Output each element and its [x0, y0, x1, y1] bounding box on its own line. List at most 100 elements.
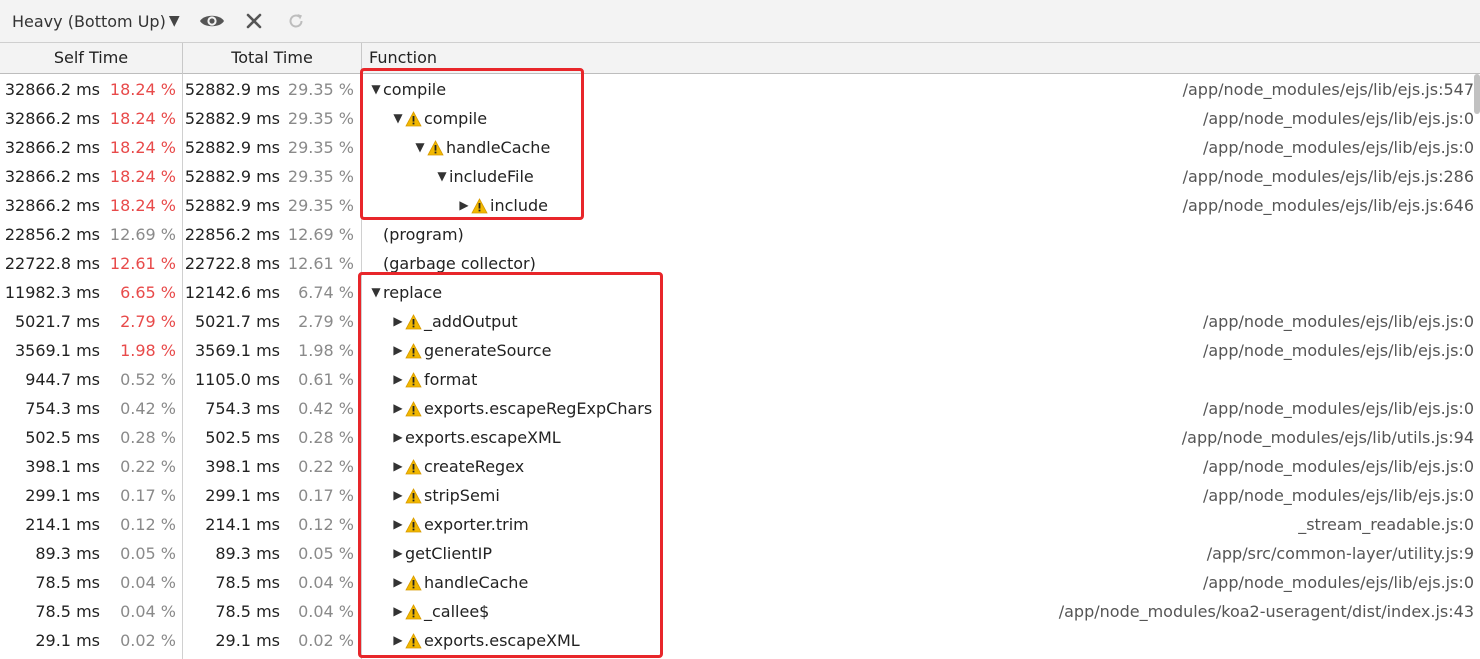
expanded-triangle-icon[interactable]: ▼ — [413, 133, 427, 162]
expanded-triangle-icon[interactable]: ▼ — [369, 278, 383, 307]
function-name: _addOutput — [424, 312, 518, 331]
total-time-percent: 29.35 % — [287, 80, 354, 99]
total-time-percent: 29.35 % — [287, 196, 354, 215]
collapsed-triangle-icon[interactable]: ▶ — [391, 336, 405, 365]
table-row[interactable]: 5021.7 ms 2.79 % 5021.7 ms 2.79 % ▶ _addOutpu… — [0, 307, 1480, 336]
self-time-percent: 0.42 % — [120, 399, 176, 418]
table-row[interactable]: 11982.3 ms 6.65 % 12142.6 ms 6.74 % ▼ replace — [0, 278, 1480, 307]
table-row[interactable]: 89.3 ms 0.05 % 89.3 ms 0.05 % ▶ getClientIP/a… — [0, 539, 1480, 568]
function-name: generateSource — [424, 341, 552, 360]
source-location-link[interactable]: /app/node_modules/ejs/lib/ejs.js:0 — [1203, 104, 1474, 133]
table-row[interactable]: 32866.2 ms 18.24 % 52882.9 ms 29.35 % ▼ compi… — [0, 104, 1480, 133]
expanded-triangle-icon[interactable]: ▼ — [391, 104, 405, 133]
warning-icon — [405, 371, 422, 388]
source-location-link[interactable]: /app/node_modules/ejs/lib/ejs.js:0 — [1203, 481, 1474, 510]
self-time-percent: 12.69 % — [109, 225, 176, 244]
collapsed-triangle-icon[interactable]: ▶ — [391, 510, 405, 539]
table-row[interactable]: 502.5 ms 0.28 % 502.5 ms 0.28 % ▶ exports.esc… — [0, 423, 1480, 452]
collapsed-triangle-icon[interactable]: ▶ — [391, 394, 405, 423]
source-location-link[interactable]: /app/node_modules/ejs/lib/utils.js:94 — [1182, 423, 1474, 452]
view-mode-select[interactable]: Heavy (Bottom Up) ▼ — [12, 12, 180, 31]
function-cell: (garbage collector) — [369, 249, 536, 278]
table-row[interactable]: 299.1 ms 0.17 % 299.1 ms 0.17 % ▶ stripSemi/a… — [0, 481, 1480, 510]
table-row[interactable]: 29.1 ms 0.02 % 29.1 ms 0.02 % ▶ exports.escap… — [0, 626, 1480, 655]
total-time-value: 398.1 ms — [205, 457, 280, 476]
total-time-percent: 0.22 % — [298, 457, 354, 476]
close-icon[interactable] — [240, 7, 268, 35]
table-row[interactable]: 32866.2 ms 18.24 % 52882.9 ms 29.35 % ▼ handl… — [0, 133, 1480, 162]
total-time-value: 754.3 ms — [205, 399, 280, 418]
function-name: exporter.trim — [424, 515, 529, 534]
source-location-link[interactable]: /app/node_modules/koa2-useragent/dist/in… — [1059, 597, 1474, 626]
table-row[interactable]: 78.5 ms 0.04 % 78.5 ms 0.04 % ▶ handleCache/a… — [0, 568, 1480, 597]
function-cell: ▶ generateSource — [391, 336, 551, 365]
collapsed-triangle-icon[interactable]: ▶ — [457, 191, 471, 220]
self-time-value: 32866.2 ms — [4, 196, 100, 215]
function-cell: ▶ getClientIP — [391, 539, 492, 568]
column-self-time[interactable]: Self Time — [0, 43, 182, 73]
table-row[interactable]: 3569.1 ms 1.98 % 3569.1 ms 1.98 % ▶ generateS… — [0, 336, 1480, 365]
function-name: compile — [383, 80, 447, 99]
source-location-link[interactable]: /app/src/common-layer/utility.js:9 — [1207, 539, 1474, 568]
table-row[interactable]: 214.1 ms 0.12 % 214.1 ms 0.12 % ▶ exporter.tr… — [0, 510, 1480, 539]
table-row[interactable]: 22856.2 ms 12.69 % 22856.2 ms 12.69 % (progr… — [0, 220, 1480, 249]
function-cell: ▶ exporter.trim — [391, 510, 529, 539]
total-time-value: 22722.8 ms — [184, 254, 280, 273]
function-name: include — [490, 196, 548, 215]
source-location-link[interactable]: /app/node_modules/ejs/lib/ejs.js:0 — [1203, 133, 1474, 162]
eye-icon[interactable] — [198, 7, 226, 35]
vertical-scrollbar[interactable] — [1474, 74, 1480, 114]
collapsed-triangle-icon[interactable]: ▶ — [391, 568, 405, 597]
collapsed-triangle-icon[interactable]: ▶ — [391, 481, 405, 510]
function-name: getClientIP — [405, 544, 492, 563]
self-time-value: 754.3 ms — [25, 399, 100, 418]
expanded-triangle-icon[interactable]: ▼ — [369, 75, 383, 104]
collapsed-triangle-icon[interactable]: ▶ — [391, 597, 405, 626]
function-cell: ▼ compile — [391, 104, 487, 133]
self-time-value: 89.3 ms — [35, 544, 100, 563]
table-row[interactable]: 754.3 ms 0.42 % 754.3 ms 0.42 % ▶ exports.esc… — [0, 394, 1480, 423]
self-time-percent: 0.05 % — [120, 544, 176, 563]
table-row[interactable]: 944.7 ms 0.52 % 1105.0 ms 0.61 % ▶ format — [0, 365, 1480, 394]
self-time-value: 32866.2 ms — [4, 167, 100, 186]
source-location-link[interactable]: /app/node_modules/ejs/lib/ejs.js:0 — [1203, 336, 1474, 365]
source-location-link[interactable]: /app/node_modules/ejs/lib/ejs.js:0 — [1203, 568, 1474, 597]
source-location-link[interactable]: _stream_readable.js:0 — [1298, 510, 1474, 539]
column-function[interactable]: Function — [369, 43, 669, 73]
function-cell: ▶ exports.escapeXML — [391, 626, 579, 655]
self-time-percent: 0.28 % — [120, 428, 176, 447]
collapsed-triangle-icon[interactable]: ▶ — [391, 307, 405, 336]
self-time-value: 29.1 ms — [35, 631, 100, 650]
function-name: _callee$ — [424, 602, 490, 621]
source-location-link[interactable]: /app/node_modules/ejs/lib/ejs.js:0 — [1203, 307, 1474, 336]
source-location-link[interactable]: /app/node_modules/ejs/lib/ejs.js:547 — [1183, 75, 1474, 104]
column-total-time[interactable]: Total Time — [183, 43, 361, 73]
function-cell: ▶ _addOutput — [391, 307, 518, 336]
total-time-percent: 12.69 % — [287, 225, 354, 244]
source-location-link[interactable]: /app/node_modules/ejs/lib/ejs.js:0 — [1203, 394, 1474, 423]
collapsed-triangle-icon[interactable]: ▶ — [391, 626, 405, 655]
table-row[interactable]: 32866.2 ms 18.24 % 52882.9 ms 29.35 % ▼ inclu… — [0, 162, 1480, 191]
function-cell: ▼ handleCache — [413, 133, 550, 162]
collapsed-triangle-icon[interactable]: ▶ — [391, 423, 405, 452]
source-location-link[interactable]: /app/node_modules/ejs/lib/ejs.js:0 — [1203, 452, 1474, 481]
warning-icon — [405, 516, 422, 533]
table-row[interactable]: 398.1 ms 0.22 % 398.1 ms 0.22 % ▶ createRegex… — [0, 452, 1480, 481]
expanded-triangle-icon[interactable]: ▼ — [435, 162, 449, 191]
table-row[interactable]: 32866.2 ms 18.24 % 52882.9 ms 29.35 % ▼ compi… — [0, 75, 1480, 104]
function-cell: ▼ replace — [369, 278, 442, 307]
function-name: (program) — [383, 225, 464, 244]
total-time-percent: 0.04 % — [298, 573, 354, 592]
self-time-percent: 18.24 % — [109, 138, 176, 157]
warning-icon — [405, 487, 422, 504]
collapsed-triangle-icon[interactable]: ▶ — [391, 365, 405, 394]
collapsed-triangle-icon[interactable]: ▶ — [391, 452, 405, 481]
source-location-link[interactable]: /app/node_modules/ejs/lib/ejs.js:286 — [1183, 162, 1474, 191]
source-location-link[interactable]: /app/node_modules/ejs/lib/ejs.js:646 — [1183, 191, 1474, 220]
table-row[interactable]: 22722.8 ms 12.61 % 22722.8 ms 12.61 % (garba… — [0, 249, 1480, 278]
column-divider[interactable] — [361, 43, 362, 74]
total-time-value: 78.5 ms — [215, 602, 280, 621]
collapsed-triangle-icon[interactable]: ▶ — [391, 539, 405, 568]
table-row[interactable]: 32866.2 ms 18.24 % 52882.9 ms 29.35 % ▶ inclu… — [0, 191, 1480, 220]
table-row[interactable]: 78.5 ms 0.04 % 78.5 ms 0.04 % ▶ _callee$ /app/… — [0, 597, 1480, 626]
